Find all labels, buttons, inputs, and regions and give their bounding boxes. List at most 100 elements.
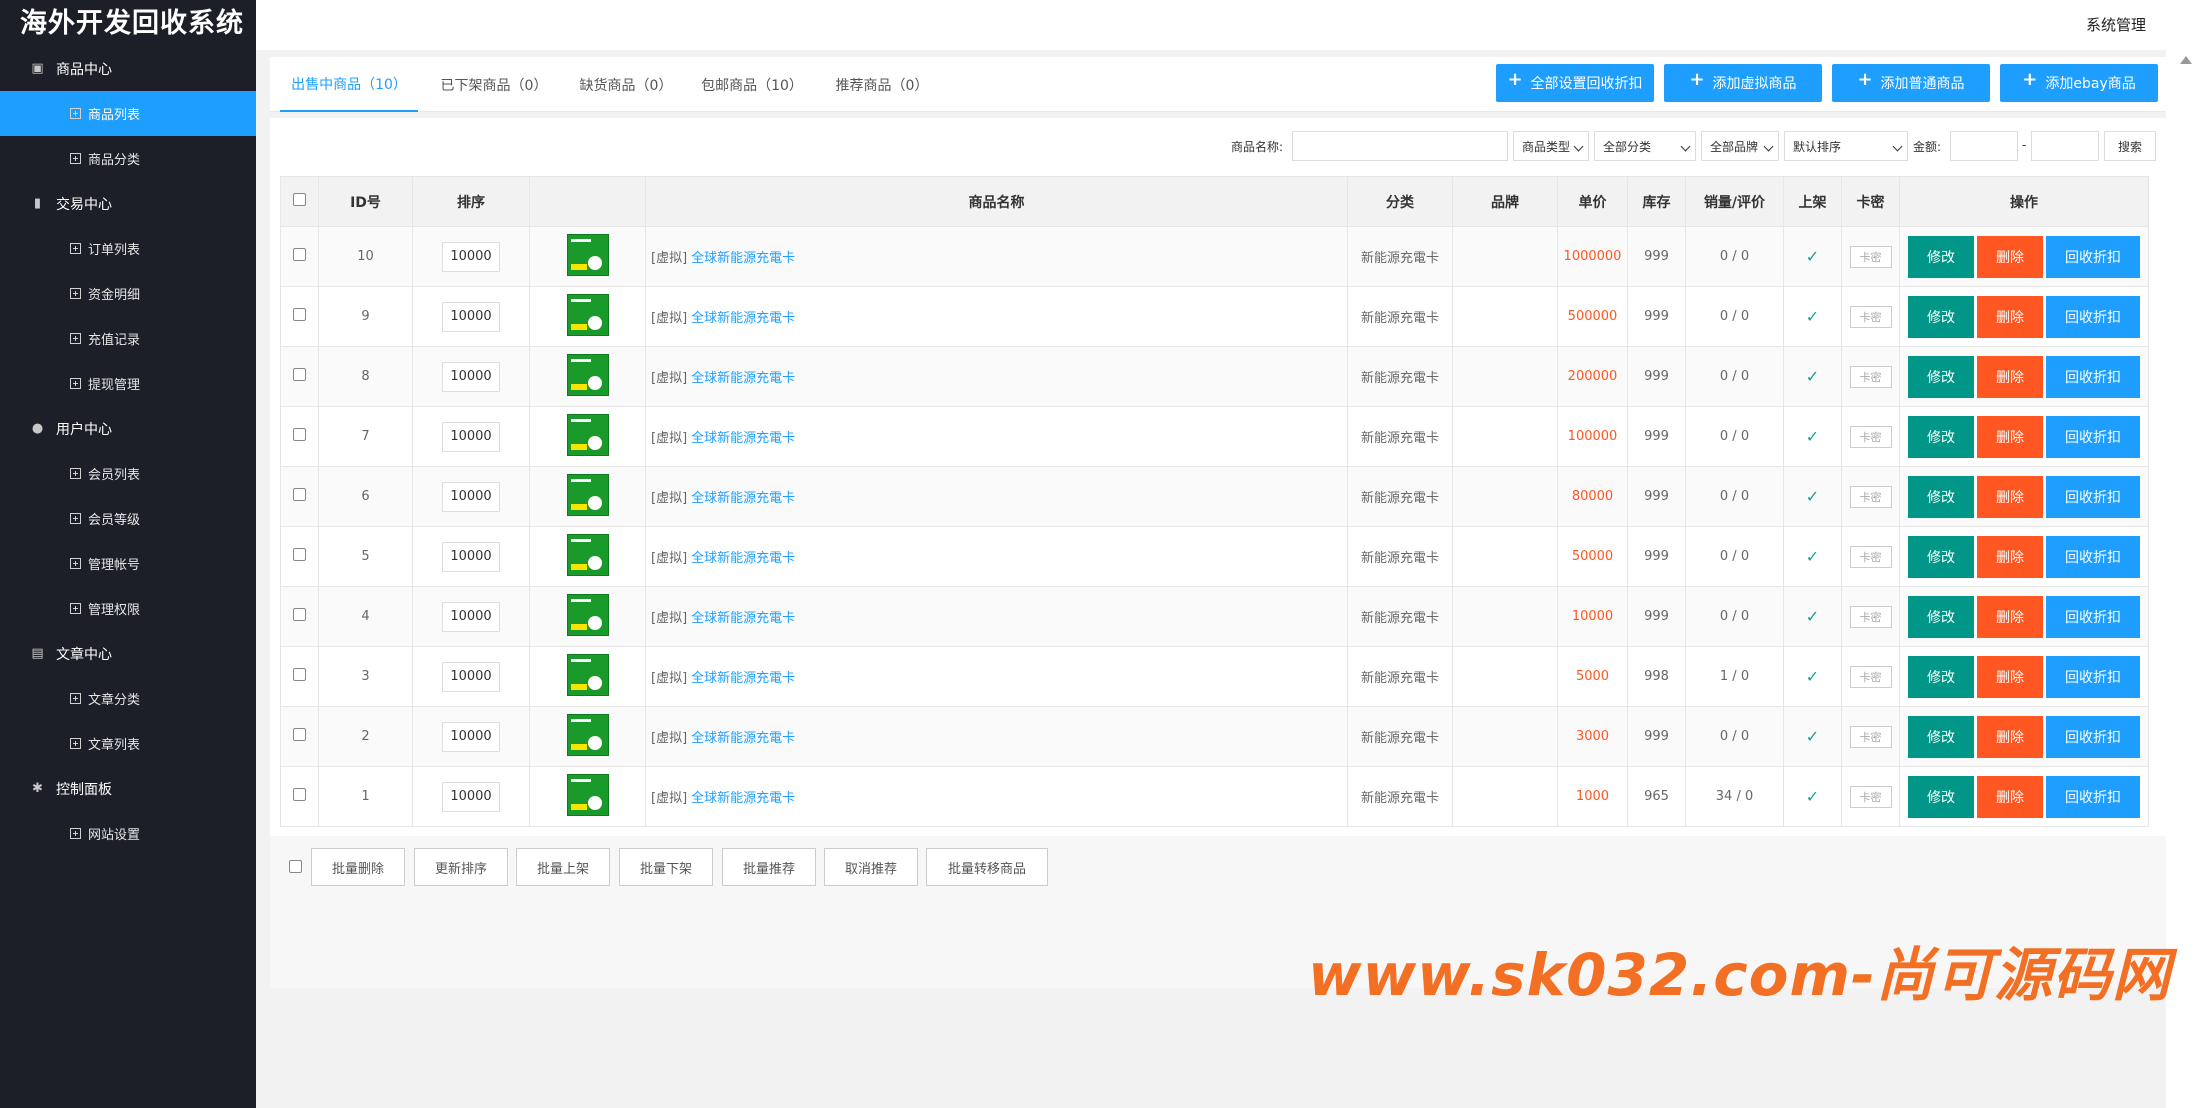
row-select-cell[interactable]	[280, 526, 319, 587]
row-checkbox[interactable]	[293, 308, 306, 321]
sidebar-group[interactable]: ▮ 交易中心	[0, 181, 256, 226]
check-icon[interactable]: ✓	[1806, 547, 1819, 566]
check-icon[interactable]: ✓	[1806, 607, 1819, 626]
delete-button[interactable]: 删除	[1977, 415, 2043, 458]
sidebar-item[interactable]: 商品分类	[0, 136, 256, 181]
kami-button[interactable]: 卡密	[1849, 605, 1892, 628]
sidebar-item[interactable]: 充值记录	[0, 316, 256, 361]
sidebar-item[interactable]: 会员等级	[0, 496, 256, 541]
sort-input[interactable]: 10000	[442, 241, 500, 272]
system-menu[interactable]: 系统管理	[2086, 14, 2146, 35]
kami-button[interactable]: 卡密	[1849, 245, 1892, 268]
edit-button[interactable]: 修改	[1908, 235, 1974, 278]
check-icon[interactable]: ✓	[1806, 427, 1819, 446]
delete-button[interactable]: 删除	[1977, 295, 2043, 338]
row-checkbox[interactable]	[293, 488, 306, 501]
search-button[interactable]: 搜索	[2104, 131, 2156, 161]
row-checkbox[interactable]	[293, 728, 306, 741]
goods-name-link[interactable]: 全球新能源充電卡	[691, 671, 795, 686]
kami-button[interactable]: 卡密	[1849, 365, 1892, 388]
sort-input[interactable]: 10000	[442, 481, 500, 512]
sidebar-item[interactable]: 管理权限	[0, 586, 256, 631]
goods-name-link[interactable]: 全球新能源充電卡	[691, 311, 795, 326]
sidebar-item[interactable]: 资金明细	[0, 271, 256, 316]
tab-off-shelf[interactable]: 已下架商品（0）	[428, 57, 560, 112]
kami-button[interactable]: 卡密	[1849, 305, 1892, 328]
brand-select[interactable]: 全部品牌	[1701, 131, 1779, 161]
tab-out-of-stock[interactable]: 缺货商品（0）	[570, 57, 682, 112]
kami-button[interactable]: 卡密	[1849, 545, 1892, 568]
check-icon[interactable]: ✓	[1806, 367, 1819, 386]
check-icon[interactable]: ✓	[1806, 667, 1819, 686]
goods-name-link[interactable]: 全球新能源充電卡	[691, 611, 795, 626]
sidebar-item[interactable]: 管理帐号	[0, 541, 256, 586]
listed-cell[interactable]: ✓	[1783, 706, 1842, 767]
sidebar-group[interactable]: ✱ 控制面板	[0, 766, 256, 811]
delete-button[interactable]: 删除	[1977, 715, 2043, 758]
recycle-discount-button[interactable]: 回收折扣	[2046, 655, 2140, 698]
set-all-recycle-discount-button[interactable]: + 全部设置回收折扣	[1496, 64, 1654, 102]
bulk-list-button[interactable]: 批量上架	[516, 848, 610, 886]
check-icon[interactable]: ✓	[1806, 727, 1819, 746]
sidebar-item[interactable]: 订单列表	[0, 226, 256, 271]
kami-button[interactable]: 卡密	[1849, 485, 1892, 508]
recycle-discount-button[interactable]: 回收折扣	[2046, 475, 2140, 518]
check-icon[interactable]: ✓	[1806, 307, 1819, 326]
sort-input[interactable]: 10000	[442, 301, 500, 332]
row-checkbox[interactable]	[293, 368, 306, 381]
sidebar-item[interactable]: 会员列表	[0, 451, 256, 496]
row-select-cell[interactable]	[280, 286, 319, 347]
recycle-discount-button[interactable]: 回收折扣	[2046, 595, 2140, 638]
listed-cell[interactable]: ✓	[1783, 406, 1842, 467]
delete-button[interactable]: 删除	[1977, 475, 2043, 518]
goods-thumbnail[interactable]	[566, 293, 609, 336]
goods-name-input[interactable]	[1292, 131, 1508, 161]
edit-button[interactable]: 修改	[1908, 295, 1974, 338]
goods-name-link[interactable]: 全球新能源充電卡	[691, 491, 795, 506]
goods-name-link[interactable]: 全球新能源充電卡	[691, 431, 795, 446]
row-checkbox[interactable]	[293, 668, 306, 681]
row-checkbox[interactable]	[293, 428, 306, 441]
goods-thumbnail[interactable]	[566, 233, 609, 276]
listed-cell[interactable]: ✓	[1783, 646, 1842, 707]
category-select[interactable]: 全部分类	[1594, 131, 1696, 161]
row-select-cell[interactable]	[280, 226, 319, 287]
sort-input[interactable]: 10000	[442, 601, 500, 632]
delete-button[interactable]: 删除	[1977, 355, 2043, 398]
sort-input[interactable]: 10000	[442, 421, 500, 452]
goods-thumbnail[interactable]	[566, 653, 609, 696]
tab-free-shipping[interactable]: 包邮商品（10）	[692, 57, 812, 112]
kami-button[interactable]: 卡密	[1849, 785, 1892, 808]
recycle-discount-button[interactable]: 回收折扣	[2046, 235, 2140, 278]
listed-cell[interactable]: ✓	[1783, 286, 1842, 347]
kami-button[interactable]: 卡密	[1849, 665, 1892, 688]
recycle-discount-button[interactable]: 回收折扣	[2046, 715, 2140, 758]
select-all-header[interactable]	[280, 176, 319, 227]
row-checkbox[interactable]	[293, 248, 306, 261]
kami-button[interactable]: 卡密	[1849, 425, 1892, 448]
edit-button[interactable]: 修改	[1908, 475, 1974, 518]
row-checkbox[interactable]	[293, 788, 306, 801]
goods-thumbnail[interactable]	[566, 413, 609, 456]
add-normal-goods-button[interactable]: + 添加普通商品	[1832, 64, 1990, 102]
recycle-discount-button[interactable]: 回收折扣	[2046, 295, 2140, 338]
listed-cell[interactable]: ✓	[1783, 766, 1842, 827]
delete-button[interactable]: 删除	[1977, 235, 2043, 278]
sidebar-group[interactable]: ● 用户中心	[0, 406, 256, 451]
bulk-transfer-button[interactable]: 批量转移商品	[926, 848, 1048, 886]
row-select-cell[interactable]	[280, 706, 319, 767]
add-ebay-goods-button[interactable]: + 添加ebay商品	[2000, 64, 2158, 102]
row-select-cell[interactable]	[280, 466, 319, 527]
delete-button[interactable]: 删除	[1977, 535, 2043, 578]
select-all-checkbox[interactable]	[293, 193, 306, 206]
listed-cell[interactable]: ✓	[1783, 346, 1842, 407]
sort-input[interactable]: 10000	[442, 781, 500, 812]
row-checkbox[interactable]	[293, 608, 306, 621]
row-select-cell[interactable]	[280, 586, 319, 647]
row-select-cell[interactable]	[280, 646, 319, 707]
bulk-delete-button[interactable]: 批量删除	[311, 848, 405, 886]
scroll-up-arrow-icon[interactable]	[2180, 56, 2192, 64]
listed-cell[interactable]: ✓	[1783, 586, 1842, 647]
edit-button[interactable]: 修改	[1908, 595, 1974, 638]
sort-input[interactable]: 10000	[442, 721, 500, 752]
